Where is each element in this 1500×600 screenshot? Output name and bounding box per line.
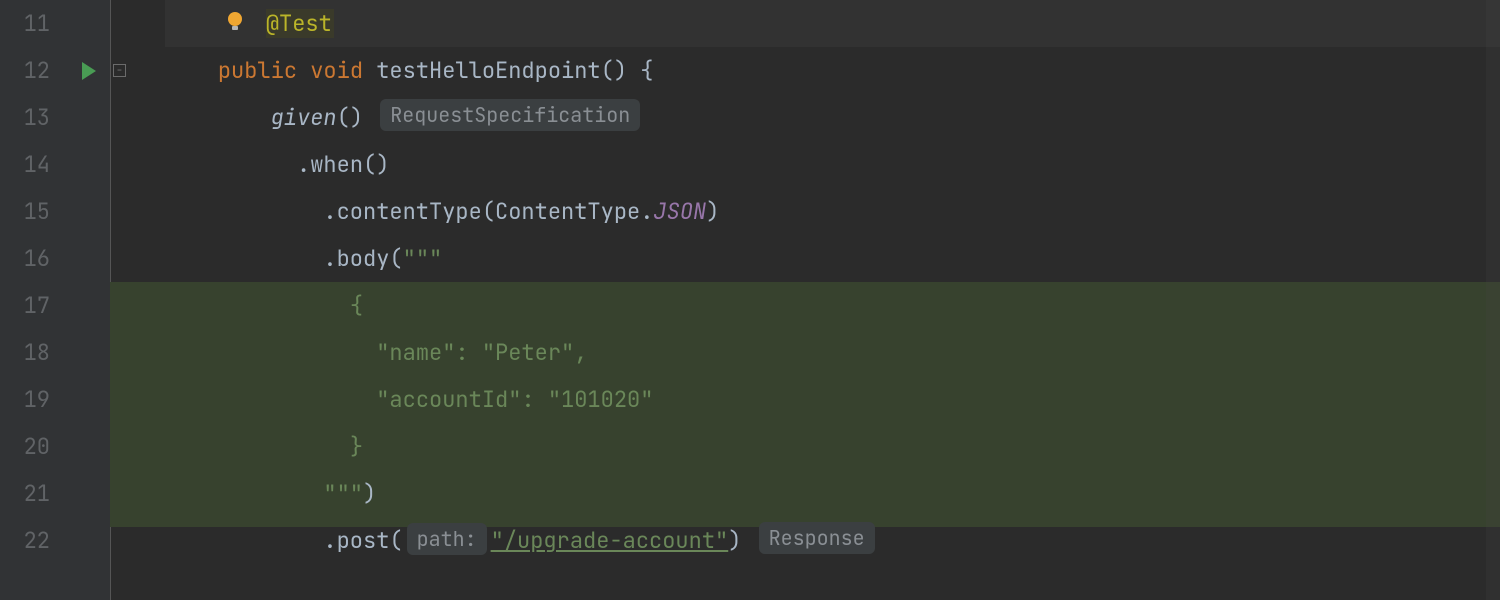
- method-call: post: [337, 526, 390, 555]
- code-line[interactable]: }: [165, 423, 1500, 470]
- parameter-hint: path:: [407, 523, 487, 555]
- code-line[interactable]: .when(): [165, 141, 1500, 188]
- keyword: public: [218, 56, 297, 85]
- line-number: 16: [0, 235, 50, 282]
- string-literal: }: [350, 432, 363, 461]
- code-editor[interactable]: 11 12 13 14 15 16 17 18 19 20 21 22 − − …: [0, 0, 1500, 600]
- line-number: 13: [0, 94, 50, 141]
- line-number: 14: [0, 141, 50, 188]
- method-name: testHelloEndpoint: [376, 56, 600, 85]
- code-line[interactable]: @Test: [165, 0, 1500, 47]
- keyword: void: [310, 56, 363, 85]
- string-literal: "name": "Peter",: [350, 338, 588, 367]
- code-line[interactable]: public void testHelloEndpoint() {: [165, 47, 1500, 94]
- line-number: 11: [0, 0, 50, 47]
- intention-bulb-icon[interactable]: [226, 11, 244, 33]
- code-line[interactable]: "accountId": "101020": [165, 376, 1500, 423]
- constant-ref: JSON: [653, 197, 706, 226]
- fold-toggle-icon[interactable]: −: [113, 64, 126, 77]
- inlay-hint: RequestSpecification: [380, 99, 640, 131]
- code-line[interactable]: .contentType(ContentType.JSON): [165, 188, 1500, 235]
- method-call: given: [271, 103, 337, 132]
- run-test-icon[interactable]: [82, 62, 96, 80]
- line-number-gutter: 11 12 13 14 15 16 17 18 19 20 21 22: [0, 0, 68, 600]
- code-area[interactable]: @Test public void testHelloEndpoint() { …: [165, 0, 1500, 600]
- method-call: contentType: [337, 197, 482, 226]
- code-line[interactable]: """): [165, 470, 1500, 517]
- line-number: 19: [0, 376, 50, 423]
- annotation: @Test: [266, 9, 334, 38]
- line-number: 15: [0, 188, 50, 235]
- code-line[interactable]: .post(path:"/upgrade-account") Response: [165, 517, 1500, 564]
- class-ref: ContentType: [495, 197, 640, 226]
- string-literal: """: [323, 479, 363, 508]
- code-line[interactable]: given() RequestSpecification: [165, 94, 1500, 141]
- method-call: when: [310, 150, 363, 179]
- string-literal: "/upgrade-account": [491, 526, 729, 555]
- string-literal: """: [403, 244, 443, 273]
- line-number: [0, 564, 50, 600]
- line-number: 12: [0, 47, 50, 94]
- line-number: 17: [0, 282, 50, 329]
- code-line[interactable]: .body(""": [165, 235, 1500, 282]
- string-literal: {: [350, 291, 363, 320]
- method-call: body: [337, 244, 390, 273]
- line-number: 22: [0, 517, 50, 564]
- line-number: 21: [0, 470, 50, 517]
- string-literal: "accountId": "101020": [350, 385, 654, 414]
- line-number: 20: [0, 423, 50, 470]
- line-number: 18: [0, 329, 50, 376]
- gutter-icons: [68, 0, 110, 600]
- code-line[interactable]: "name": "Peter",: [165, 329, 1500, 376]
- inlay-hint: Response: [759, 522, 875, 554]
- code-line[interactable]: {: [165, 282, 1500, 329]
